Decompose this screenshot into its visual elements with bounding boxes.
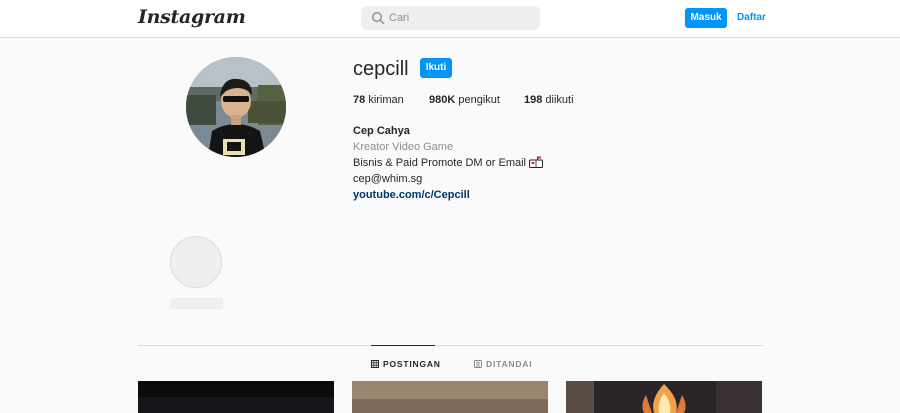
grid-icon bbox=[371, 360, 379, 368]
bio-full-name: Cep Cahya bbox=[353, 125, 410, 137]
top-navbar: Instagram Masuk Daftar bbox=[0, 0, 900, 38]
login-button[interactable]: Masuk bbox=[685, 8, 727, 28]
instagram-logo[interactable]: Instagram bbox=[138, 6, 246, 28]
story-highlight-label-placeholder bbox=[170, 298, 223, 309]
profile-username: cepcill bbox=[353, 58, 409, 80]
tab-tagged[interactable]: DITANDAI bbox=[474, 359, 532, 369]
follow-button[interactable]: Ikuti bbox=[420, 58, 452, 78]
search-icon bbox=[371, 11, 385, 25]
stat-posts[interactable]: 78 kiriman bbox=[353, 94, 404, 106]
post-thumbnail[interactable] bbox=[566, 381, 762, 413]
bio-business-line: Bisnis & Paid Promote DM or Email bbox=[353, 155, 543, 171]
tab-posts-label: POSTINGAN bbox=[383, 359, 441, 369]
following-label: diikuti bbox=[545, 94, 574, 106]
posts-label: kiriman bbox=[368, 94, 404, 106]
story-highlight-placeholder bbox=[170, 236, 222, 288]
search-input[interactable] bbox=[389, 9, 529, 27]
tab-tagged-label: DITANDAI bbox=[486, 359, 533, 369]
search-box[interactable] bbox=[361, 6, 540, 30]
mailbox-icon bbox=[529, 156, 543, 168]
post-image bbox=[138, 381, 334, 413]
stat-followers[interactable]: 980K pengikut bbox=[429, 94, 500, 106]
tag-user-icon bbox=[474, 360, 482, 368]
posts-count: 78 bbox=[353, 94, 366, 106]
followers-label: pengikut bbox=[458, 94, 500, 106]
avatar-photo bbox=[186, 57, 286, 157]
stat-following[interactable]: 198 diikuti bbox=[524, 94, 574, 106]
post-image bbox=[566, 381, 762, 413]
post-thumbnail[interactable] bbox=[138, 381, 334, 413]
profile-bio: Cep Cahya Kreator Video Game Bisnis & Pa… bbox=[353, 123, 543, 203]
post-image bbox=[352, 381, 548, 413]
bio-category: Kreator Video Game bbox=[353, 141, 454, 153]
post-thumbnail[interactable] bbox=[352, 381, 548, 413]
profile-avatar bbox=[186, 57, 286, 157]
bio-business-text: Bisnis & Paid Promote DM or Email bbox=[353, 157, 526, 169]
following-count: 198 bbox=[524, 94, 543, 106]
tab-posts[interactable]: POSTINGAN bbox=[371, 359, 441, 369]
followers-count: 980K bbox=[429, 94, 456, 106]
tabs-divider bbox=[138, 345, 763, 346]
signup-link[interactable]: Daftar bbox=[737, 12, 766, 23]
active-tab-indicator bbox=[371, 345, 435, 346]
bio-email: cep@whim.sg bbox=[353, 173, 423, 185]
bio-external-link[interactable]: youtube.com/c/Cepcill bbox=[353, 187, 543, 203]
